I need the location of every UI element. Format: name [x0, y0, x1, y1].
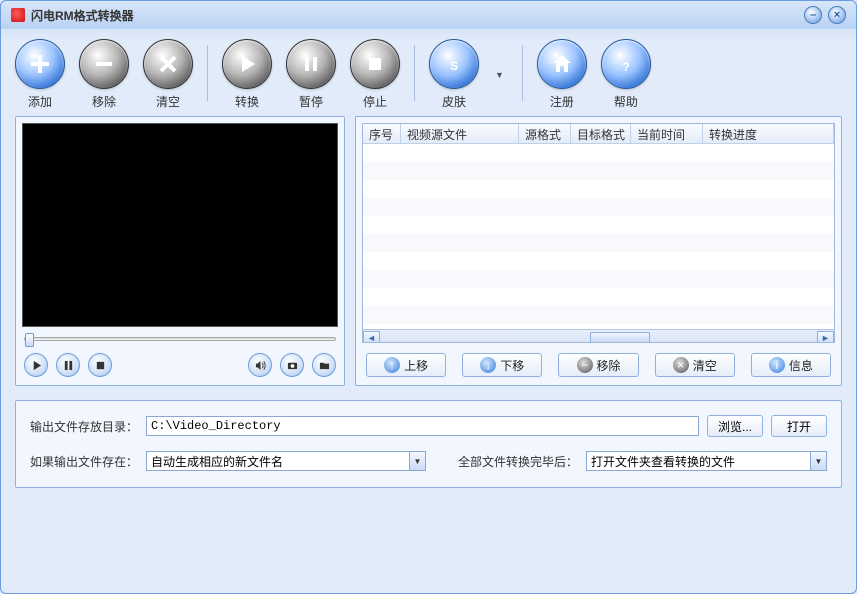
table-header: 序号 视频源文件 源格式 目标格式 当前时间 转换进度 [363, 124, 834, 144]
open-folder-button[interactable] [312, 353, 336, 377]
col-progress[interactable]: 转换进度 [703, 124, 834, 143]
seek-slider[interactable] [24, 337, 336, 341]
table-body[interactable] [363, 144, 834, 329]
remove-button[interactable]: 移除 [79, 39, 129, 110]
output-dir-label: 输出文件存放目录： [30, 418, 138, 435]
output-settings-panel: 输出文件存放目录： 浏览... 打开 如果输出文件存在： 自动生成相应的新文件名… [15, 400, 842, 488]
folder-icon [319, 360, 330, 371]
svg-text:S: S [450, 59, 458, 73]
plus-icon [28, 52, 52, 76]
info-button[interactable]: i信息 [751, 353, 831, 377]
register-button[interactable]: 注册 [537, 39, 587, 110]
pause-button[interactable]: 暂停 [286, 39, 336, 110]
volume-button[interactable] [248, 353, 272, 377]
clear-button[interactable]: 清空 [143, 39, 193, 110]
after-done-combo[interactable]: 打开文件夹查看转换的文件 ▼ [586, 451, 827, 471]
minus-icon [92, 52, 116, 76]
main-toolbar: 添加 移除 清空 转换 暂停 停止 [1, 29, 856, 116]
col-time[interactable]: 当前时间 [631, 124, 703, 143]
seek-thumb[interactable] [25, 333, 34, 347]
col-dstfmt[interactable]: 目标格式 [571, 124, 631, 143]
if-exists-combo[interactable]: 自动生成相应的新文件名 ▼ [146, 451, 426, 471]
file-list-panel: 序号 视频源文件 源格式 目标格式 当前时间 转换进度 ◄ ► ↑上移 ↓下移 … [355, 116, 842, 386]
snapshot-button[interactable] [280, 353, 304, 377]
convert-button[interactable]: 转换 [222, 39, 272, 110]
horizontal-scrollbar[interactable]: ◄ ► [363, 329, 834, 343]
scroll-left-button[interactable]: ◄ [363, 331, 380, 344]
col-index[interactable]: 序号 [363, 124, 401, 143]
stop-icon [95, 360, 106, 371]
skin-s-icon: S [442, 52, 466, 76]
minus-icon: − [577, 357, 593, 373]
preview-stop-button[interactable] [88, 353, 112, 377]
minimize-button[interactable]: – [804, 6, 822, 24]
stop-button[interactable]: 停止 [350, 39, 400, 110]
svg-text:?: ? [622, 60, 629, 74]
pause-icon [63, 360, 74, 371]
preview-panel [15, 116, 345, 386]
if-exists-label: 如果输出文件存在： [30, 453, 138, 470]
preview-play-button[interactable] [24, 353, 48, 377]
move-up-button[interactable]: ↑上移 [366, 353, 446, 377]
open-button[interactable]: 打开 [771, 415, 827, 437]
after-done-label: 全部文件转换完毕后： [458, 453, 578, 470]
home-icon [550, 52, 574, 76]
info-icon: i [769, 357, 785, 373]
question-icon: ? [614, 52, 638, 76]
scroll-right-button[interactable]: ► [817, 331, 834, 344]
output-dir-input[interactable] [146, 416, 699, 436]
titlebar[interactable]: 闪电RM格式转换器 – × [1, 1, 856, 29]
stop-icon [363, 52, 387, 76]
arrow-up-icon: ↑ [384, 357, 400, 373]
app-window: 闪电RM格式转换器 – × 添加 移除 清空 转换 [0, 0, 857, 594]
camera-icon [287, 360, 298, 371]
window-title: 闪电RM格式转换器 [31, 7, 134, 24]
preview-pause-button[interactable] [56, 353, 80, 377]
browse-button[interactable]: 浏览... [707, 415, 763, 437]
col-source[interactable]: 视频源文件 [401, 124, 519, 143]
col-srcfmt[interactable]: 源格式 [519, 124, 571, 143]
x-icon: × [673, 357, 689, 373]
arrow-down-icon: ↓ [480, 357, 496, 373]
help-button[interactable]: ? 帮助 [601, 39, 651, 110]
skin-button[interactable]: S 皮肤 [429, 39, 479, 110]
play-icon [235, 52, 259, 76]
list-clear-button[interactable]: ×清空 [655, 353, 735, 377]
speaker-icon [255, 360, 266, 371]
add-button[interactable]: 添加 [15, 39, 65, 110]
skin-dropdown-arrow[interactable]: ▼ [495, 70, 504, 80]
list-remove-button[interactable]: −移除 [558, 353, 638, 377]
move-down-button[interactable]: ↓下移 [462, 353, 542, 377]
video-preview[interactable] [22, 123, 338, 327]
x-icon [156, 52, 180, 76]
close-button[interactable]: × [828, 6, 846, 24]
chevron-down-icon[interactable]: ▼ [810, 452, 826, 470]
chevron-down-icon[interactable]: ▼ [409, 452, 425, 470]
scroll-thumb[interactable] [590, 332, 650, 344]
play-icon [31, 360, 42, 371]
app-logo-icon [11, 8, 25, 22]
pause-icon [299, 52, 323, 76]
file-table[interactable]: 序号 视频源文件 源格式 目标格式 当前时间 转换进度 ◄ ► [362, 123, 835, 343]
